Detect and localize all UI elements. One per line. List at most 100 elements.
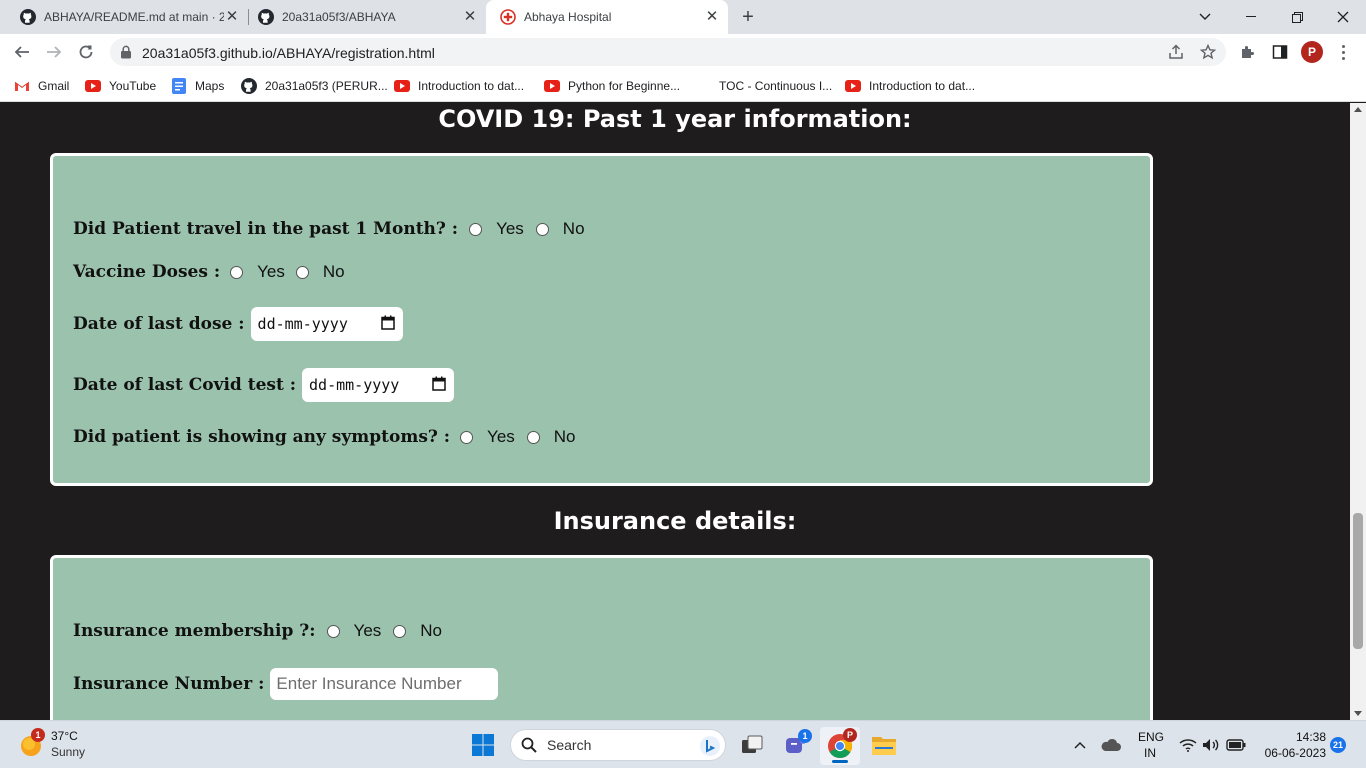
insurance-number-placeholder: Enter Insurance Number xyxy=(276,674,462,693)
travel-yes-radio[interactable] xyxy=(469,222,483,236)
tab-search-chevron-icon[interactable] xyxy=(1182,0,1228,34)
insurance-form-box: Insurance membership ?: Yes No Insurance… xyxy=(50,555,1153,720)
last-covid-test-label: Date of last Covid test : xyxy=(73,375,297,395)
last-covid-test-row: Date of last Covid test : dd-mm-yyyy xyxy=(73,368,455,402)
extensions-puzzle-icon[interactable] xyxy=(1238,42,1258,62)
star-bookmark-icon[interactable] xyxy=(1199,43,1217,60)
wifi-icon[interactable] xyxy=(1178,735,1198,755)
travel-no-radio[interactable] xyxy=(535,222,549,236)
last-covid-test-date-input[interactable]: dd-mm-yyyy xyxy=(302,368,455,402)
vaccine-no-radio[interactable] xyxy=(295,265,309,279)
forward-arrow-icon[interactable] xyxy=(42,40,66,64)
weather-temp[interactable]: 37°C xyxy=(51,729,78,743)
bookmark-label: 20a31a05f3 (PERUR... xyxy=(265,79,388,93)
windows-start-icon[interactable] xyxy=(469,731,497,759)
weather-desc[interactable]: Sunny xyxy=(51,745,85,759)
address-bar[interactable]: 20a31a05f3.github.io/ABHAYA/registration… xyxy=(110,38,1226,66)
scrollbar-thumb[interactable] xyxy=(1353,513,1363,649)
symptoms-label: Did patient is showing any symptoms? : xyxy=(73,427,451,447)
travel-row: Did Patient travel in the past 1 Month? … xyxy=(73,219,585,239)
tab-repo[interactable]: 20a31a05f3/ABHAYA ✕ xyxy=(238,0,486,34)
calendar-icon[interactable] xyxy=(380,315,395,334)
battery-icon[interactable] xyxy=(1225,735,1247,755)
symptoms-row: Did patient is showing any symptoms? : Y… xyxy=(73,427,576,447)
symptoms-no-label: No xyxy=(553,427,576,446)
bookmark-github-profile[interactable]: 20a31a05f3 (PERUR... xyxy=(241,76,388,96)
active-app-indicator xyxy=(832,760,848,763)
search-icon xyxy=(521,737,537,753)
maps-icon xyxy=(171,78,187,94)
bookmark-label: TOC - Continuous I... xyxy=(719,79,833,93)
bookmark-label: Maps xyxy=(195,79,225,93)
bookmark-intro-data-2[interactable]: Introduction to dat... xyxy=(845,76,975,96)
search-label: Search xyxy=(547,737,592,753)
tab-readme[interactable]: ABHAYA/README.md at main · 20a31a05f3/AB… xyxy=(0,0,248,34)
membership-yes-label: Yes xyxy=(353,621,382,640)
system-clock[interactable]: 14:38 06-06-2023 xyxy=(1256,729,1326,761)
covid-section-title: COVID 19: Past 1 year information: xyxy=(438,105,912,133)
covid-form-box: Did Patient travel in the past 1 Month? … xyxy=(50,153,1153,486)
symptoms-yes-label: Yes xyxy=(487,427,515,446)
page-scrollbar[interactable] xyxy=(1350,103,1366,720)
tab-close-icon[interactable]: ✕ xyxy=(462,9,478,25)
bookmark-python-beginners[interactable]: Python for Beginne... xyxy=(544,76,680,96)
membership-yes-radio[interactable] xyxy=(326,624,340,638)
insurance-number-label: Insurance Number : xyxy=(73,674,265,694)
chevron-up-icon[interactable] xyxy=(1070,735,1090,755)
tab-close-icon[interactable]: ✕ xyxy=(704,9,720,25)
bing-icon[interactable] xyxy=(699,735,721,757)
page-viewport: COVID 19: Past 1 year information: Did P… xyxy=(0,103,1350,720)
windows-taskbar: 1 37°C Sunny Search 1 P ENG IN 14:38 06-… xyxy=(0,720,1366,768)
last-dose-date-input[interactable]: dd-mm-yyyy xyxy=(250,307,403,341)
tab-abhaya-hospital[interactable]: Abhaya Hospital ✕ xyxy=(486,0,728,34)
clock-time: 14:38 xyxy=(1295,730,1326,744)
taskbar-search-box[interactable]: Search xyxy=(510,729,726,761)
bookmarks-bar: Gmail YouTube Maps 20a31a05f3 (PERUR... … xyxy=(0,70,1366,102)
insurance-section-title: Insurance details: xyxy=(553,507,797,535)
share-icon[interactable] xyxy=(1168,44,1184,60)
language-line2: IN xyxy=(1144,746,1156,760)
bookmark-maps[interactable]: Maps xyxy=(171,76,224,96)
volume-icon[interactable] xyxy=(1201,735,1221,755)
vaccine-yes-radio[interactable] xyxy=(230,265,244,279)
bookmark-gmail[interactable]: Gmail xyxy=(14,76,69,96)
task-view-icon[interactable] xyxy=(738,731,766,759)
browser-toolbar: 20a31a05f3.github.io/ABHAYA/registration… xyxy=(0,34,1366,70)
notification-badge[interactable]: 21 xyxy=(1330,737,1346,753)
close-window-icon[interactable] xyxy=(1320,0,1366,34)
onedrive-cloud-icon[interactable] xyxy=(1100,735,1122,755)
menu-kebab-icon[interactable] xyxy=(1338,42,1348,62)
insurance-number-row: Insurance Number : Enter Insurance Numbe… xyxy=(73,668,499,700)
url-text: 20a31a05f3.github.io/ABHAYA/registration… xyxy=(142,45,435,61)
teams-badge: 1 xyxy=(798,729,812,743)
minimize-icon[interactable] xyxy=(1228,0,1274,34)
bookmark-intro-data-1[interactable]: Introduction to dat... xyxy=(394,76,524,96)
restore-icon[interactable] xyxy=(1274,0,1320,34)
bookmark-label: YouTube xyxy=(109,79,157,93)
lock-icon xyxy=(120,45,132,64)
bookmark-toc[interactable]: TOC - Continuous I... xyxy=(719,76,832,96)
github-icon xyxy=(241,78,257,94)
scroll-down-arrow-icon[interactable] xyxy=(1354,711,1362,716)
date-placeholder: dd-mm-yyyy xyxy=(257,315,348,333)
bookmark-youtube[interactable]: YouTube xyxy=(85,76,156,96)
reload-icon[interactable] xyxy=(74,40,98,64)
file-explorer-icon[interactable] xyxy=(869,731,899,759)
membership-no-radio[interactable] xyxy=(393,624,407,638)
insurance-number-input[interactable]: Enter Insurance Number xyxy=(270,668,499,700)
browser-tab-strip: ABHAYA/README.md at main · 20a31a05f3/AB… xyxy=(0,0,1366,34)
new-tab-plus-icon[interactable]: + xyxy=(738,7,758,27)
scroll-up-arrow-icon[interactable] xyxy=(1354,107,1362,112)
profile-avatar[interactable]: P xyxy=(1301,41,1323,63)
side-panel-icon[interactable] xyxy=(1270,42,1290,62)
weather-badge: 1 xyxy=(31,728,45,742)
symptoms-no-radio[interactable] xyxy=(526,430,540,444)
symptoms-yes-radio[interactable] xyxy=(460,430,474,444)
language-indicator[interactable]: ENG IN xyxy=(1138,729,1164,761)
youtube-icon xyxy=(394,78,410,94)
chrome-profile-badge: P xyxy=(843,728,857,742)
calendar-icon[interactable] xyxy=(432,376,446,395)
back-arrow-icon[interactable] xyxy=(10,40,34,64)
travel-yes-label: Yes xyxy=(496,219,524,238)
hospital-cross-icon xyxy=(500,9,516,25)
